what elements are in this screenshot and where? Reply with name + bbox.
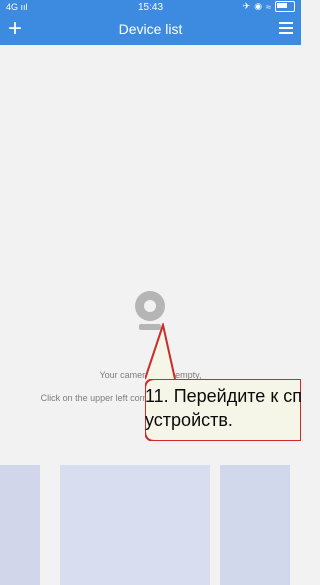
camera-lens-icon — [135, 291, 165, 321]
status-bar: 4G ııl 15:43 ✈ ◉ ≈ — [0, 0, 301, 14]
callout-pointer — [145, 323, 176, 380]
alarm-icon: ◉ — [254, 1, 263, 11]
callout-text: 11. Перейдите к спис устройств. — [145, 384, 301, 432]
watermark-block-left — [0, 465, 40, 585]
menu-button[interactable] — [279, 22, 293, 34]
wifi-icon: ≈ — [266, 1, 271, 12]
main-content: Your camera list is empty, Click on the … — [0, 45, 301, 585]
callout-line-2: устройств. — [145, 410, 233, 430]
page-title: Device list — [118, 21, 183, 37]
watermark-block-right — [220, 465, 290, 585]
app-bar: + Device list — [0, 14, 301, 45]
battery-icon — [275, 1, 295, 12]
watermark-block-middle — [60, 465, 210, 585]
status-icons: ✈ ◉ ≈ — [243, 1, 295, 12]
callout-line-1: 11. Перейдите к спис — [145, 386, 301, 406]
signal-icon: ✈ — [242, 1, 251, 11]
